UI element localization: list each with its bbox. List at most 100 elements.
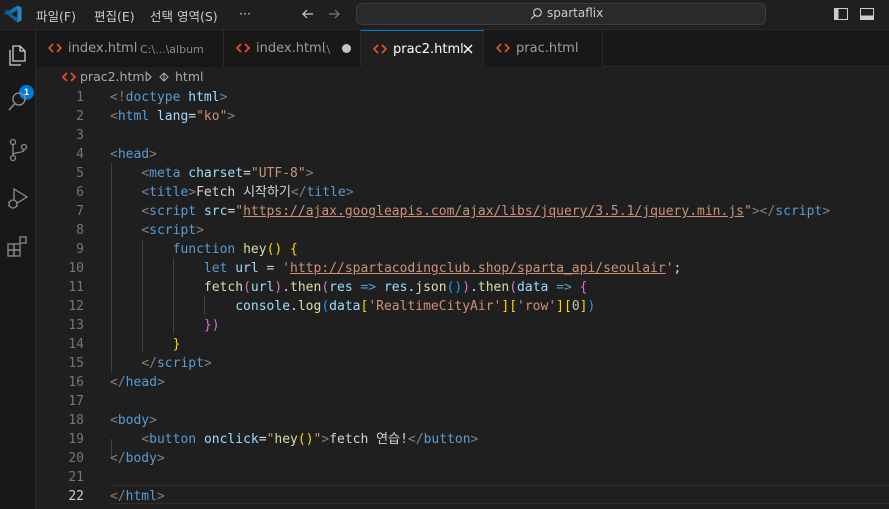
code-token: </ (110, 451, 126, 466)
search-view-icon[interactable] (5, 89, 31, 115)
code-line[interactable]: console.log(data['RealtimeCityAir']['row… (110, 297, 595, 316)
code-token: body (125, 451, 157, 466)
code-token: > (188, 185, 197, 200)
line-number: 21 (68, 470, 84, 485)
code-line[interactable]: </script> (110, 354, 211, 373)
code-token: data (329, 299, 361, 314)
code-token: < (110, 413, 118, 428)
code-token: ( (321, 280, 330, 295)
line-number: 3 (76, 128, 84, 143)
code-line[interactable]: </head> (110, 373, 165, 392)
command-center[interactable]: spartaflix (356, 3, 766, 25)
menu-edit[interactable]: 편집(E) (94, 6, 135, 25)
code-line[interactable]: <meta charset="UTF-8"> (110, 164, 313, 183)
code-line[interactable]: <html lang="ko"> (110, 107, 235, 126)
tab-prac-html[interactable]: prac.html (484, 30, 603, 67)
unsaved-dot-icon[interactable] (342, 44, 351, 53)
code-token: < (110, 147, 118, 162)
tab-prac2-html[interactable]: prac2.html (361, 30, 484, 68)
code-token: script (156, 356, 204, 371)
toggle-panel-icon[interactable] (859, 6, 875, 22)
code-token: </ (290, 185, 307, 200)
code-token: body (117, 413, 150, 428)
command-center-text: spartaflix (547, 6, 604, 20)
code-line[interactable]: fetch(url).then(res => res.json()).then(… (110, 278, 588, 297)
code-token: () (297, 432, 314, 447)
menu-selection[interactable]: 선택 영역(S) (150, 6, 218, 25)
code-token: fetch (203, 280, 244, 295)
menu-more[interactable]: ··· (239, 6, 251, 21)
code-token: ( (243, 280, 251, 295)
code-line[interactable]: }) (110, 316, 220, 335)
tab-label: prac.html (516, 41, 579, 56)
code-token: . (290, 299, 298, 314)
explorer-icon[interactable] (5, 42, 31, 68)
code-line[interactable]: <body> (110, 411, 157, 430)
code-token: " (235, 204, 244, 219)
code-token: src (203, 204, 228, 219)
code-token: > (156, 489, 165, 504)
breadcrumb-element[interactable]: html (175, 69, 203, 84)
code-token: button (423, 432, 471, 447)
code-token: } (172, 337, 181, 352)
code-line[interactable]: <script src="https://ajax.googleapis.com… (110, 202, 830, 221)
code-line[interactable]: <title>Fetch 시작하기</title> (110, 183, 353, 202)
line-number: 16 (68, 375, 84, 390)
code-token: </ (110, 375, 126, 390)
tab-index-html[interactable]: index.html .\ (224, 30, 361, 67)
menu-file[interactable]: 파일(F) (36, 6, 76, 25)
extensions-icon[interactable] (5, 233, 31, 259)
code-line[interactable]: function hey() { (110, 240, 298, 259)
line-number: 5 (76, 166, 84, 181)
line-number: 19 (68, 432, 84, 447)
source-control-icon[interactable] (5, 137, 31, 163)
line-number: 8 (76, 223, 84, 238)
code-token: json (415, 280, 447, 295)
tab-label: index.html (68, 41, 138, 56)
code-token: ' (665, 261, 674, 276)
code-line[interactable]: let url = 'http://spartacodingclub.shop/… (110, 259, 681, 278)
code-line[interactable]: <button onclick="hey()">fetch 연습!</butto… (110, 430, 478, 449)
back-arrow-icon[interactable] (300, 6, 316, 22)
code-token: charset (188, 166, 244, 181)
line-number: 7 (76, 204, 84, 219)
line-number: 22 (68, 489, 84, 504)
code-line[interactable]: <!doctype html> (110, 88, 227, 107)
code-token: ) (462, 280, 471, 295)
breadcrumb: prac2.html html (36, 67, 889, 87)
code-token: hey (243, 242, 267, 257)
code-token: > (822, 204, 831, 219)
code-token: html (125, 489, 157, 504)
code-line[interactable]: </body> (110, 449, 165, 468)
code-line[interactable]: } (110, 335, 181, 354)
code-editor[interactable]: 1 <!doctype html> 2 <html lang="ko"> 3 4 <head… (36, 87, 889, 509)
line-number: 2 (76, 109, 84, 124)
forward-arrow-icon[interactable] (326, 6, 342, 22)
breadcrumb-file[interactable]: prac2.html (80, 69, 148, 84)
close-icon[interactable] (461, 42, 475, 56)
run-debug-icon[interactable] (5, 185, 31, 211)
vscode-logo-icon[interactable] (3, 4, 23, 24)
toggle-sidebar-icon[interactable] (833, 6, 849, 22)
code-line[interactable]: <script> (110, 221, 204, 240)
code-token: => (556, 280, 572, 295)
code-token: onclick (203, 432, 259, 447)
code-line[interactable]: </html> (110, 487, 165, 506)
code-token: > (227, 109, 236, 124)
code-token: https://ajax.googleapis.com/ajax/libs/jq… (243, 204, 744, 219)
code-token: < (110, 109, 118, 124)
code-token: </ (407, 432, 424, 447)
tab-index-html-album[interactable]: index.html C:\...\album (36, 30, 224, 67)
code-token: = (188, 109, 197, 124)
line-number: 13 (68, 318, 84, 333)
code-line[interactable]: <head> (110, 145, 157, 164)
